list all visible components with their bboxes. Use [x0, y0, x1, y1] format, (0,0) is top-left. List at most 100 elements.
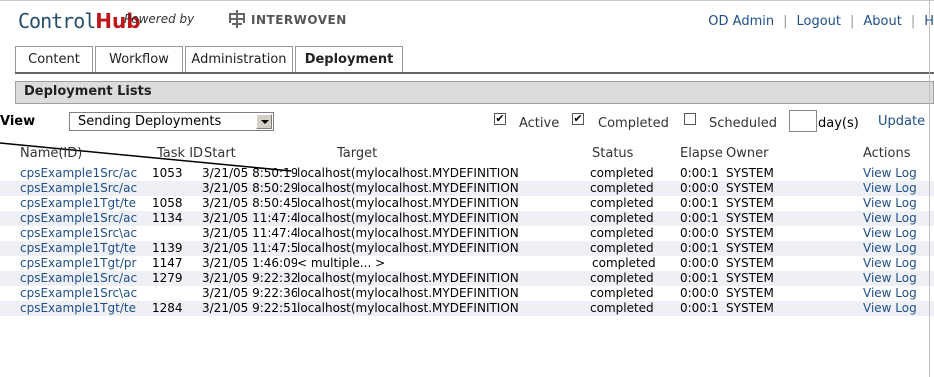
owner: SYSTEM [726, 226, 774, 240]
update-link[interactable]: Update [878, 114, 925, 129]
view-log-link[interactable]: View Log [863, 256, 934, 271]
col-header-elapse[interactable]: Elapse [680, 146, 723, 161]
owner: SYSTEM [726, 166, 774, 180]
col-header-name[interactable]: Name(ID) [20, 146, 82, 161]
tab-underline [15, 72, 934, 74]
status: completed [590, 286, 654, 300]
owner: SYSTEM [726, 286, 774, 300]
view-log-link[interactable]: View Log [863, 241, 934, 256]
status: completed [590, 226, 654, 240]
completed-checkbox[interactable]: ✔ [572, 113, 584, 125]
completed-label: Completed [598, 116, 669, 131]
deployment-name-link[interactable]: cpsExample1Src/ac [20, 181, 152, 196]
table-row: cpsExample1Src\ac 3/21/05 11:47:43 AM lo… [0, 226, 934, 241]
start-time: 3/21/05 8:50:19 AM [202, 166, 297, 180]
col-header-task[interactable]: Task ID [157, 146, 203, 161]
owner: SYSTEM [726, 181, 774, 195]
target: localhost(mylocalhost.MYDEFINITION [297, 241, 519, 255]
col-header-owner[interactable]: Owner [726, 146, 768, 161]
target: localhost(mylocalhost.MYDEFINITION [297, 271, 519, 285]
elapse: 0:00:1 [680, 166, 719, 180]
active-checkbox[interactable]: ✔ [494, 113, 506, 125]
table-row: cpsExample1Src/ac 1134 3/21/05 11:47:41 … [0, 211, 934, 226]
target: localhost(mylocalhost.MYDEFINITION [297, 166, 519, 180]
target: localhost(mylocalhost.MYDEFINITION [297, 196, 519, 210]
table-row: cpsExample1Src/ac 1053 3/21/05 8:50:19 A… [0, 166, 934, 181]
right-scroll-edge [929, 0, 930, 377]
view-log-link[interactable]: View Log [863, 286, 934, 301]
task-id: 1284 [152, 301, 183, 315]
view-log-link[interactable]: View Log [863, 211, 934, 226]
tab-content[interactable]: Content [15, 46, 93, 72]
deployment-name-link[interactable]: cpsExample1Tgt/te [20, 301, 152, 316]
owner: SYSTEM [726, 301, 774, 315]
owner: SYSTEM [726, 196, 774, 210]
interwoven-logo-icon [229, 10, 245, 28]
start-time: 3/21/05 1:46:09 PM [202, 256, 297, 270]
table-row: cpsExample1Tgt/te 1284 3/21/05 9:22:51 P… [0, 301, 934, 316]
view-log-link[interactable]: View Log [863, 271, 934, 286]
section-title: Deployment Lists [24, 84, 152, 99]
top-nav-links: OD Admin|Logout|About|H [708, 14, 934, 29]
deployment-name-link[interactable]: cpsExample1Src/ac [20, 211, 152, 226]
elapse: 0:00:0 [680, 226, 719, 240]
tab-workflow[interactable]: Workflow [95, 46, 183, 72]
view-log-link[interactable]: View Log [863, 301, 934, 316]
active-label: Active [519, 116, 560, 131]
table-row: cpsExample1Src/ac 3/21/05 8:50:29 AM loc… [0, 181, 934, 196]
elapse: 0:00:1 [680, 271, 719, 285]
view-log-link[interactable]: View Log [863, 226, 934, 241]
about-link[interactable]: About [863, 14, 901, 29]
section-bar [15, 81, 934, 104]
deployment-name-link[interactable]: cpsExample1Src/ac [20, 166, 152, 181]
col-header-status[interactable]: Status [592, 146, 633, 161]
view-select[interactable]: Sending Deployments [69, 112, 274, 131]
status: completed [590, 196, 654, 210]
table-row: cpsExample1Tgt/te 1139 3/21/05 11:47:55 … [0, 241, 934, 256]
tab-administration[interactable]: Administration [185, 46, 293, 72]
deployment-name-link[interactable]: cpsExample1Src\ac [20, 226, 152, 241]
elapse: 0:00:0 [680, 256, 719, 270]
status: completed [590, 166, 654, 180]
logout-link[interactable]: Logout [796, 14, 841, 29]
deployment-name-link[interactable]: cpsExample1Tgt/pr [20, 256, 152, 271]
deployment-name-link[interactable]: cpsExample1Src\ac [20, 286, 152, 301]
chevron-down-icon[interactable] [256, 114, 272, 129]
task-id: 1279 [152, 271, 183, 285]
start-time: 3/21/05 9:22:32 PM [202, 271, 297, 285]
deployment-name-link[interactable]: cpsExample1Tgt/te [20, 196, 152, 211]
status: completed [590, 301, 654, 315]
owner: SYSTEM [726, 211, 774, 225]
tab-deployment[interactable]: Deployment [295, 46, 403, 73]
view-log-link[interactable]: View Log [863, 181, 934, 196]
scheduled-checkbox[interactable] [684, 113, 696, 125]
start-time: 3/21/05 11:47:43 AM [202, 226, 297, 240]
table-row: cpsExample1Tgt/te 1058 3/21/05 8:50:45 A… [0, 196, 934, 211]
deployment-name-link[interactable]: cpsExample1Tgt/te [20, 241, 152, 256]
powered-by-text: Powered by [124, 12, 195, 26]
od-admin-link[interactable]: OD Admin [708, 14, 774, 29]
status: completed [590, 211, 654, 225]
view-log-link[interactable]: View Log [863, 196, 934, 211]
view-label: View [0, 114, 36, 129]
deployment-name-link[interactable]: cpsExample1Src/ac [20, 271, 152, 286]
target: localhost(mylocalhost.MYDEFINITION [297, 181, 519, 195]
view-select-value: Sending Deployments [78, 114, 222, 129]
start-time: 3/21/05 9:22:51 PM [202, 301, 297, 315]
vendor-name: INTERWOVEN [251, 13, 347, 27]
status: completed [590, 181, 654, 195]
status: completed [590, 271, 654, 285]
owner: SYSTEM [726, 241, 774, 255]
col-header-target[interactable]: Target [337, 146, 377, 161]
view-log-link[interactable]: View Log [863, 166, 934, 181]
task-id: 1053 [152, 166, 183, 180]
col-header-start[interactable]: Start [204, 146, 236, 161]
elapse: 0:00:0 [680, 286, 719, 300]
table-row: cpsExample1Src\ac 3/21/05 9:22:36 PM loc… [0, 286, 934, 301]
days-input[interactable] [789, 110, 817, 132]
start-time: 3/21/05 8:50:29 AM [202, 181, 297, 195]
target: localhost(mylocalhost.MYDEFINITION [297, 211, 519, 225]
target: localhost(mylocalhost.MYDEFINITION [297, 226, 519, 240]
task-id: 1134 [152, 211, 183, 225]
elapse: 0:00:1 [680, 301, 719, 315]
